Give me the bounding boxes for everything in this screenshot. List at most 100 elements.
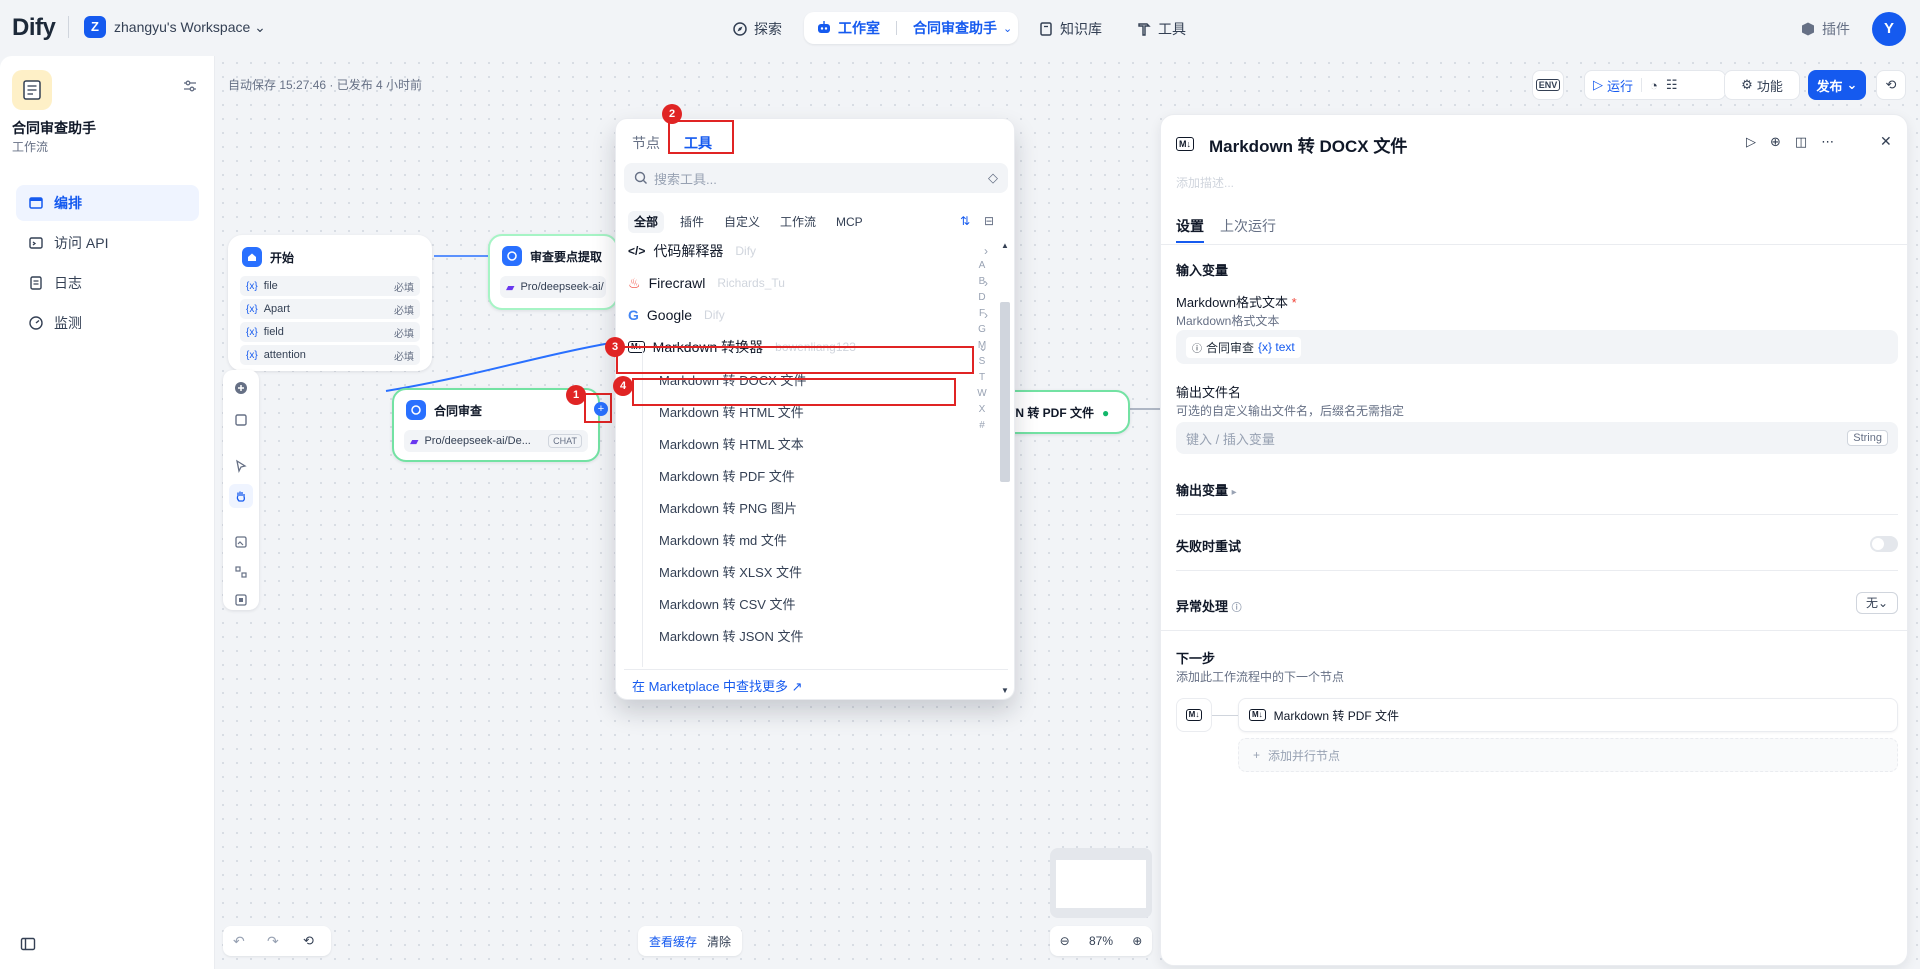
organize-icon[interactable]: [229, 560, 253, 584]
nav-explore[interactable]: 探索: [732, 16, 782, 42]
zoom-out-icon[interactable]: ⊖: [1060, 934, 1070, 948]
md-text-sublabel: Markdown格式文本: [1176, 314, 1280, 328]
user-avatar[interactable]: Y: [1872, 12, 1906, 46]
list-item[interactable]: </> 代码解释器 Dify ›: [628, 237, 988, 265]
add-node-icon[interactable]: [229, 376, 253, 400]
tag-icon[interactable]: ◇: [988, 170, 998, 186]
minimap-icon[interactable]: [229, 588, 253, 612]
close-icon[interactable]: ✕: [1880, 133, 1892, 150]
sidebar-item-monitor[interactable]: 监测: [16, 305, 199, 341]
filter-workflow[interactable]: 工作流: [780, 211, 816, 233]
filename-input[interactable]: 键入 / 插入变量 String: [1176, 422, 1898, 454]
filter-all[interactable]: 全部: [628, 211, 665, 233]
split-view-icon[interactable]: ◫: [1795, 134, 1807, 150]
list-item[interactable]: ♨ Firecrawl Richards_Tu ›: [628, 269, 988, 297]
sidebar-item-logs[interactable]: 日志: [16, 265, 199, 301]
app-switcher[interactable]: 合同审查助手: [913, 18, 997, 38]
alphabet-index: A B D F G M S T W X #: [977, 260, 987, 431]
extract-node[interactable]: 审查要点提取 ▰ Pro/deepseek-ai/: [488, 234, 618, 310]
dify-logo[interactable]: Dify: [12, 14, 56, 42]
sidebar-item-api[interactable]: 访问 API: [16, 225, 199, 261]
app-title: 合同审查助手: [12, 120, 96, 136]
start-var-row: {x} field 必填: [240, 322, 420, 342]
view-cache-button[interactable]: 查看缓存: [649, 933, 697, 950]
run-button[interactable]: ▷ 运行: [1593, 76, 1633, 95]
nav-tools[interactable]: 工具: [1136, 16, 1186, 42]
tool-md-to-png[interactable]: Markdown 转 PNG 图片: [659, 493, 989, 521]
scroll-up-icon[interactable]: ▲: [1001, 241, 1009, 250]
redo-icon[interactable]: ↷: [267, 933, 279, 950]
layout-icon: [29, 197, 43, 209]
next-node-item[interactable]: M↓ Markdown 转 PDF 文件: [1238, 698, 1898, 732]
features-button[interactable]: ⚙ 功能: [1724, 70, 1800, 100]
tool-md-to-pdf[interactable]: Markdown 转 PDF 文件: [659, 461, 989, 489]
filter-mcp[interactable]: MCP: [836, 211, 863, 233]
export-image-icon[interactable]: [229, 530, 253, 554]
publish-button[interactable]: 发布 ⌄: [1808, 70, 1866, 100]
app-settings-icon[interactable]: [182, 78, 198, 94]
divider: [624, 669, 1008, 670]
cube-icon: [1802, 22, 1814, 36]
output-vars-toggle[interactable]: 输出变量 ▸: [1176, 480, 1237, 499]
sidebar-item-orchestrate[interactable]: 编排: [16, 185, 199, 221]
picker-scrollbar[interactable]: [1000, 302, 1010, 482]
clear-cache-button[interactable]: 清除: [707, 933, 731, 950]
tree-view-icon[interactable]: ⊟: [984, 214, 994, 228]
error-handling-select[interactable]: 无⌄: [1856, 592, 1898, 614]
annotation-box-2: [668, 120, 734, 154]
run-step-icon[interactable]: ▷: [1746, 134, 1756, 150]
nav-plugins[interactable]: 插件: [1800, 16, 1850, 42]
history-icon[interactable]: ⟲: [303, 933, 314, 949]
tool-search-input[interactable]: 搜索工具... ◇: [624, 163, 1008, 193]
pointer-icon[interactable]: [229, 454, 253, 478]
add-note-icon[interactable]: [229, 408, 253, 432]
retry-toggle[interactable]: [1870, 536, 1898, 552]
marketplace-link[interactable]: 在 Marketplace 中查找更多 ↗: [632, 676, 803, 695]
code-icon: </>: [628, 244, 646, 258]
llm-icon: ⓘ: [1192, 343, 1202, 355]
divider: [896, 21, 897, 35]
list-item[interactable]: G Google Dify ›: [628, 301, 988, 329]
help-icon: ⓘ: [1231, 603, 1242, 614]
checklist-icon[interactable]: ☷: [1666, 77, 1678, 93]
tool-md-to-csv[interactable]: Markdown 转 CSV 文件: [659, 589, 989, 617]
minimap[interactable]: [1050, 848, 1152, 918]
tab-last-run[interactable]: 上次运行: [1220, 216, 1276, 236]
tool-md-to-html-text[interactable]: Markdown 转 HTML 文本: [659, 429, 989, 457]
start-node[interactable]: 开始 {x} file 必填 {x} Apart 必填 {x} field 必填 {x} at…: [228, 235, 432, 371]
workspace-switcher[interactable]: zhangyu's Workspace ⌄: [114, 19, 266, 36]
sidebar-toggle-icon[interactable]: [20, 936, 36, 952]
nav-knowledge[interactable]: 知识库: [1038, 16, 1102, 42]
checklist-run-icon[interactable]: ◔: [1650, 78, 1658, 93]
filter-plugin[interactable]: 插件: [680, 211, 704, 233]
nav-studio[interactable]: 工作室 合同审查助手 ⌄: [804, 12, 1018, 44]
robot-icon: [818, 21, 830, 33]
start-var-row: {x} file 必填: [240, 276, 420, 296]
tool-md-to-xlsx[interactable]: Markdown 转 XLSX 文件: [659, 557, 989, 585]
more-icon[interactable]: ⋯: [1821, 134, 1834, 150]
run-toolbar: ▷ 运行 ◔ ☷: [1584, 70, 1726, 100]
zoom-level[interactable]: 87%: [1089, 934, 1113, 948]
undo-icon[interactable]: ↶: [233, 933, 245, 950]
filename-sublabel: 可选的自定义输出文件名，后缀名无需指定: [1176, 404, 1405, 418]
sort-icon[interactable]: ⇅: [960, 214, 970, 228]
tool-md-to-json[interactable]: Markdown 转 JSON 文件: [659, 621, 989, 649]
filter-custom[interactable]: 自定义: [724, 211, 760, 233]
tab-settings[interactable]: 设置: [1176, 216, 1204, 236]
add-parallel-node-button[interactable]: + 添加并行节点: [1238, 738, 1898, 772]
zoom-in-icon[interactable]: ⊕: [1132, 934, 1142, 948]
scroll-down-icon[interactable]: ▼: [1001, 686, 1009, 695]
md-text-input[interactable]: ⓘ 合同审查 {x} text: [1176, 330, 1898, 364]
env-button[interactable]: ENV: [1532, 70, 1564, 100]
help-icon[interactable]: ⊕: [1770, 134, 1781, 150]
tool-md-to-md[interactable]: Markdown 转 md 文件: [659, 525, 989, 553]
version-history-icon[interactable]: ⟲: [1876, 70, 1906, 100]
panel-title[interactable]: Markdown 转 DOCX 文件: [1209, 132, 1407, 157]
hand-icon[interactable]: [229, 484, 253, 508]
app-icon: [12, 70, 52, 110]
search-icon: [634, 171, 647, 184]
book-icon: [1040, 22, 1052, 36]
tab-nodes[interactable]: 节点: [632, 133, 660, 153]
description-input[interactable]: 添加描述...: [1176, 174, 1234, 191]
workspace-avatar[interactable]: Z: [84, 16, 106, 38]
